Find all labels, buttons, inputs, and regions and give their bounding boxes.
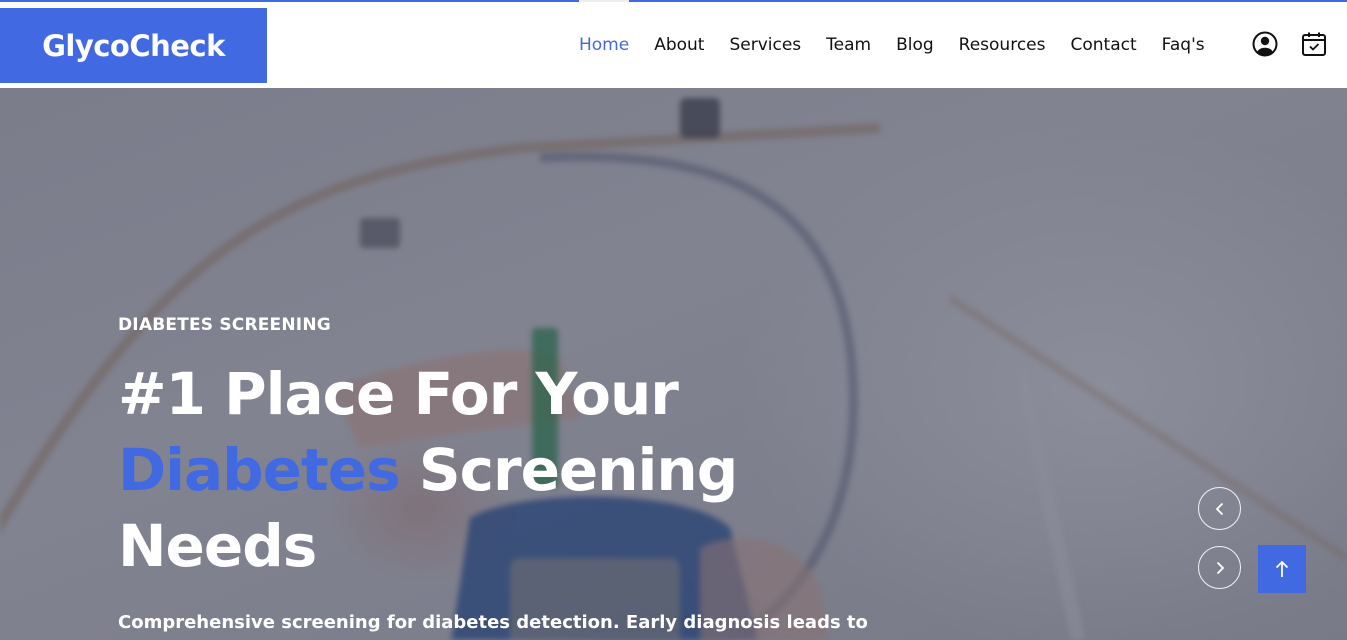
hero-eyebrow: DIABETES SCREENING — [118, 315, 331, 335]
hero-headline: #1 Place For Your Diabetes Screening Nee… — [118, 356, 818, 584]
arrow-up-icon — [1275, 560, 1289, 577]
nav-link-team[interactable]: Team — [826, 2, 871, 88]
nav-link-blog[interactable]: Blog — [896, 2, 934, 88]
brand-logo[interactable]: GlycoCheck — [0, 8, 267, 83]
nav-link-services[interactable]: Services — [729, 2, 801, 88]
hero-banner: DIABETES SCREENING #1 Place For Your Dia… — [0, 88, 1347, 640]
chevron-left-icon — [1215, 502, 1223, 515]
navbar: GlycoCheck Home About Services Team Blog… — [0, 0, 1347, 88]
carousel-next-button[interactable] — [1198, 546, 1241, 589]
nav-link-faqs[interactable]: Faq's — [1162, 2, 1205, 88]
user-circle-icon[interactable] — [1251, 30, 1279, 58]
carousel-prev-button[interactable] — [1198, 487, 1241, 530]
hero-headline-part1: #1 Place For Your — [118, 360, 679, 428]
nav-link-resources[interactable]: Resources — [959, 2, 1046, 88]
chevron-right-icon — [1216, 561, 1224, 574]
nav-link-home[interactable]: Home — [579, 0, 630, 88]
nav-link-contact[interactable]: Contact — [1071, 2, 1137, 88]
back-to-top-button[interactable] — [1258, 545, 1306, 593]
nav-link-about[interactable]: About — [654, 2, 704, 88]
nav-menu: Home About Services Team Blog Resources … — [579, 0, 1230, 88]
hero-subtext: Comprehensive screening for diabetes det… — [118, 612, 868, 633]
calendar-check-icon[interactable] — [1300, 30, 1328, 58]
hero-headline-accent: Diabetes — [118, 436, 401, 504]
